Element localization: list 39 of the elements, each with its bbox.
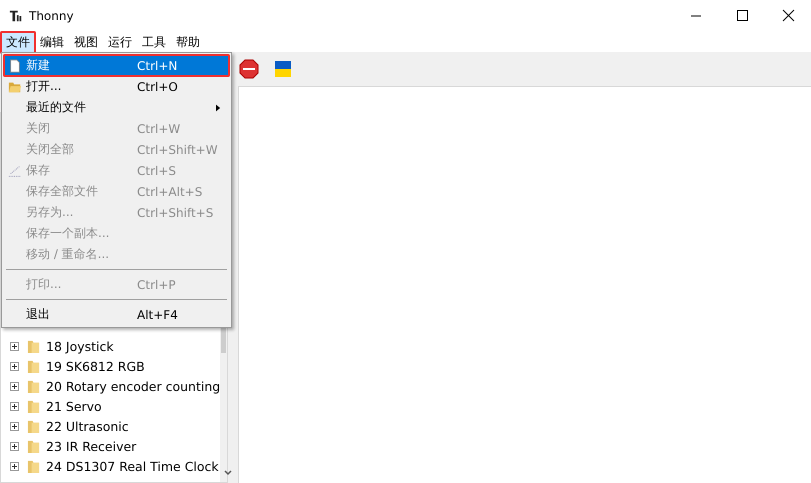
menu-item[interactable]: 新建 Ctrl+N: [4, 55, 229, 76]
expand-toggle[interactable]: [10, 462, 19, 470]
menu-item[interactable]: 工具: [137, 32, 171, 52]
folder-icon: [27, 438, 40, 454]
stop-icon[interactable]: [239, 59, 259, 79]
tree-item[interactable]: 22 Ultrasonic: [46, 418, 129, 434]
expand-toggle[interactable]: [10, 442, 19, 450]
menu-item[interactable]: 退出 Alt+F4: [4, 304, 229, 325]
folder-icon: [27, 338, 40, 354]
folder-icon: [27, 458, 40, 474]
folder-icon: [27, 418, 40, 434]
flag-icon[interactable]: [273, 59, 293, 79]
window-title: Thonny: [29, 9, 74, 23]
folder-icon: [27, 358, 40, 374]
expand-toggle[interactable]: [10, 402, 19, 410]
folder-icon: [8, 80, 22, 94]
menu-item[interactable]: 运行: [103, 32, 137, 52]
menu-item[interactable]: 帮助: [171, 32, 205, 52]
menu-item[interactable]: 编辑: [35, 32, 69, 52]
expand-toggle[interactable]: [10, 422, 19, 430]
save-icon: [8, 164, 22, 178]
tree-item[interactable]: 23 IR Receiver: [46, 438, 136, 454]
tree-item[interactable]: 19 SK6812 RGB: [46, 358, 145, 374]
tree-item[interactable]: 21 Servo: [46, 398, 102, 414]
document-icon: [8, 58, 22, 72]
tree-item[interactable]: 24 DS1307 Real Time Clock: [46, 458, 219, 474]
menu-item[interactable]: 打开... Ctrl+O: [4, 76, 229, 97]
tree-item[interactable]: 18 Joystick: [46, 338, 114, 354]
menu-item[interactable]: 视图: [69, 32, 103, 52]
folder-icon: [27, 378, 40, 394]
menu-item[interactable]: 最近的文件: [4, 97, 229, 118]
expand-toggle[interactable]: [10, 342, 19, 350]
expand-toggle[interactable]: [10, 362, 19, 370]
menu-item[interactable]: 文件: [1, 32, 35, 52]
submenu-arrow-icon: [216, 104, 221, 112]
folder-icon: [27, 398, 40, 414]
app-icon: [9, 9, 23, 23]
expand-toggle[interactable]: [10, 382, 19, 390]
tree-item[interactable]: 20 Rotary encoder counting: [46, 378, 220, 394]
